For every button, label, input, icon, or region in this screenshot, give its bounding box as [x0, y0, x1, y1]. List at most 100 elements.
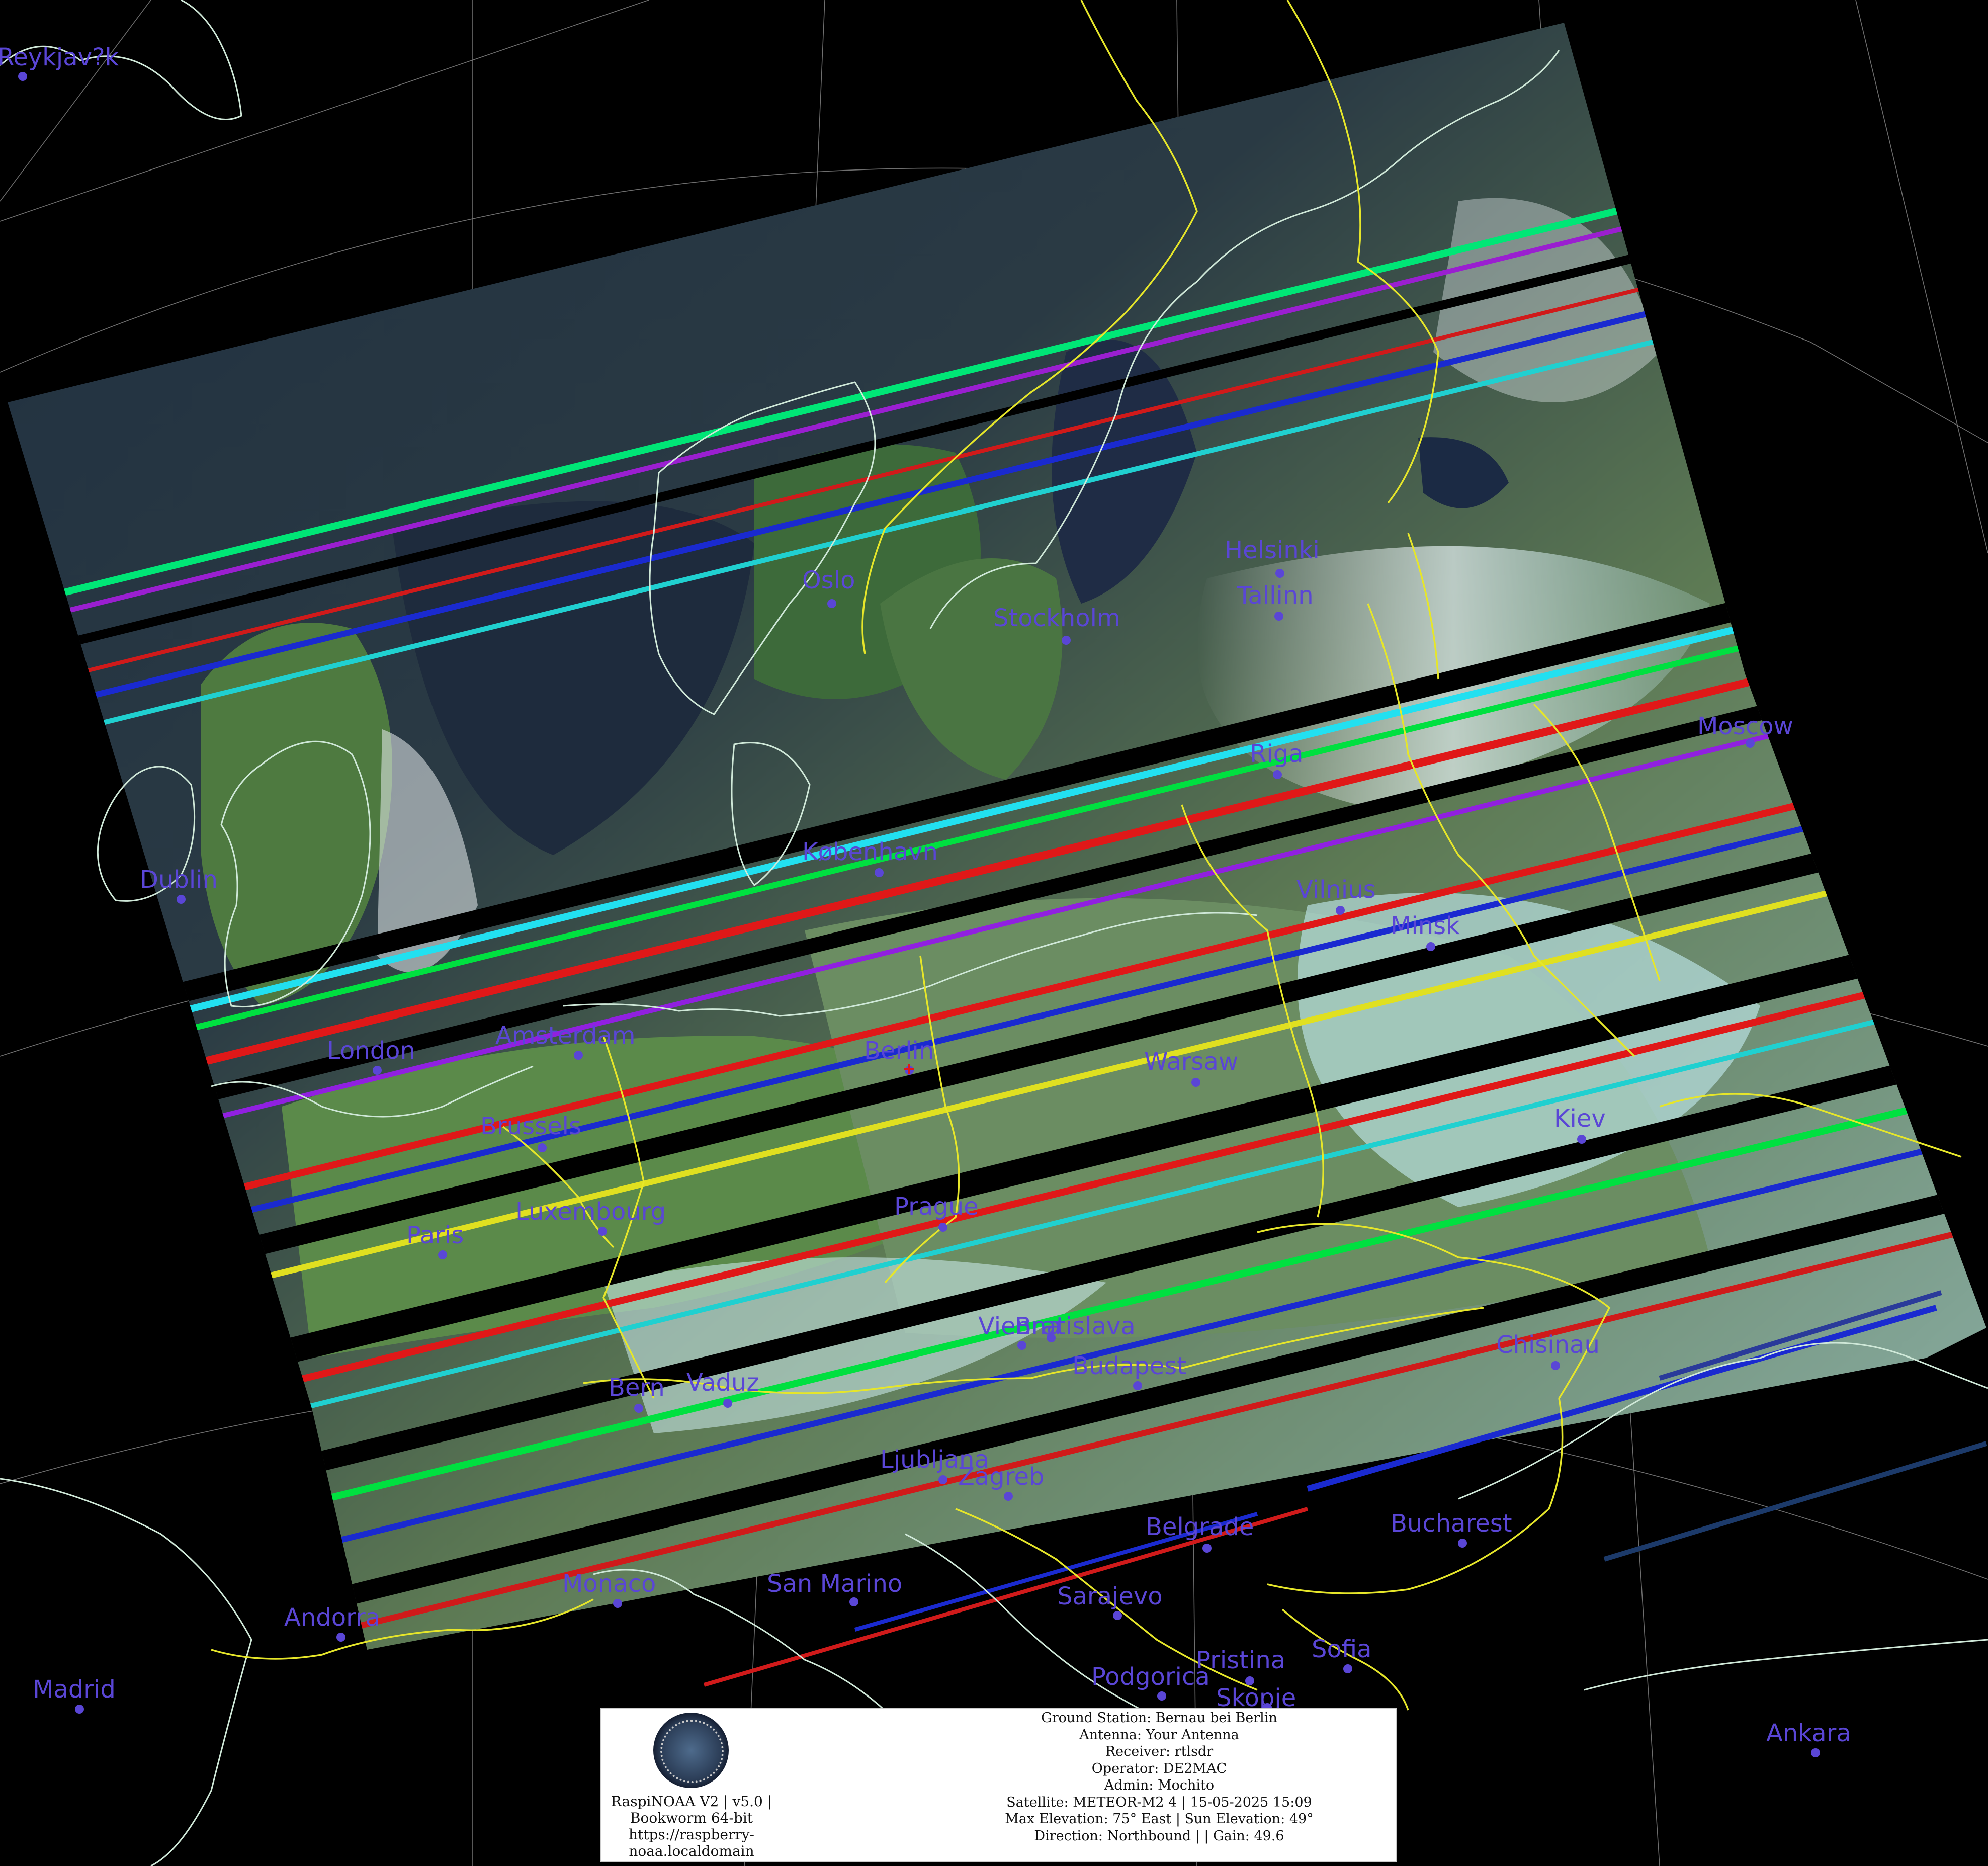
city-label: Bern	[609, 1374, 665, 1402]
city-label: Tallinn	[1237, 581, 1314, 610]
satellite-line: Satellite: METEOR-M2 4 | 15-05-2025 15:0…	[1006, 1794, 1312, 1810]
city-dot	[598, 1227, 607, 1236]
city-dot	[438, 1250, 447, 1259]
software-info: RaspiNOAA V2 | v5.0 | Bookworm 64-bit ht…	[601, 1793, 782, 1859]
city-san-marino: San Marino	[767, 1570, 902, 1606]
operator-line: Operator: DE2MAC	[1091, 1760, 1227, 1776]
city-label: Minsk	[1391, 912, 1460, 940]
city-label: Chisinau	[1496, 1331, 1600, 1359]
city-label: Andorra	[284, 1603, 380, 1632]
admin-line: Admin: Mochito	[1104, 1777, 1215, 1793]
city-dot	[1551, 1361, 1560, 1370]
city-label: Prague	[894, 1193, 979, 1221]
city-dot	[1811, 1748, 1820, 1757]
city-dot	[1426, 942, 1435, 951]
city-ankara: Ankara	[1766, 1719, 1851, 1757]
city-dot	[938, 1223, 947, 1232]
city-sofia: Sofia	[1312, 1635, 1371, 1673]
city-bucharest: Bucharest	[1391, 1509, 1512, 1548]
city-label: Sarajevo	[1057, 1582, 1163, 1610]
city-dot	[613, 1599, 622, 1608]
city-label: København	[802, 838, 938, 866]
city-label: Ankara	[1766, 1719, 1851, 1747]
city-label: Monaco	[562, 1570, 656, 1598]
city-reykjavik: Reykjav?k	[0, 43, 119, 81]
city-label: Reykjav?k	[0, 43, 119, 71]
city-dot	[1004, 1492, 1013, 1501]
city-label: Stockholm	[993, 604, 1120, 632]
ground-station-line: Ground Station: Bernau bei Berlin	[1041, 1710, 1277, 1726]
city-dot	[938, 1475, 947, 1484]
city-label: Zagreb	[958, 1463, 1044, 1491]
city-label: Vaduz	[686, 1369, 759, 1397]
software-line: noaa.localdomain	[629, 1843, 754, 1859]
raspinoaa-logo	[653, 1713, 729, 1788]
station-details: Ground Station: Bernau bei Berlin Antenn…	[923, 1710, 1396, 1844]
city-label: Paris	[406, 1221, 464, 1249]
city-label: San Marino	[767, 1570, 902, 1598]
city-dot	[1113, 1611, 1122, 1620]
city-label: Riga	[1250, 740, 1304, 768]
city-label: Bratislava	[1015, 1312, 1136, 1340]
city-label: Brussels	[480, 1112, 581, 1140]
city-dot	[875, 868, 884, 877]
software-line: RaspiNOAA V2 | v5.0 |	[611, 1793, 772, 1810]
city-label: Sofia	[1312, 1635, 1371, 1663]
city-dot	[373, 1066, 382, 1075]
software-line: Bookworm 64-bit	[630, 1810, 753, 1826]
city-label: Belgrade	[1146, 1513, 1254, 1541]
city-dot	[723, 1399, 732, 1408]
city-dot	[1343, 1664, 1352, 1673]
receiver-line: Receiver: rtlsdr	[1105, 1744, 1214, 1759]
city-dot	[538, 1143, 547, 1152]
city-dot	[1273, 770, 1282, 779]
city-dot	[177, 895, 186, 904]
city-dot	[1062, 636, 1071, 645]
software-line: https://raspberry-	[628, 1826, 755, 1843]
elevation-line: Max Elevation: 75° East | Sun Elevation:…	[1005, 1811, 1314, 1827]
city-dot	[574, 1051, 583, 1060]
city-madrid: Madrid	[33, 1675, 116, 1714]
satellite-map: Reykjav?k Helsinki Tallinn Oslo Stockholm Rig…	[0, 0, 1988, 1866]
city-dot	[1577, 1135, 1586, 1144]
city-label: Madrid	[33, 1675, 116, 1704]
station-info-panel: RaspiNOAA V2 | v5.0 | Bookworm 64-bit ht…	[600, 1708, 1397, 1862]
city-dot	[634, 1404, 643, 1413]
city-dot	[75, 1705, 84, 1714]
city-label: Moscow	[1697, 712, 1793, 740]
city-podgorica: Podgorica	[1091, 1663, 1210, 1701]
city-label: Amsterdam	[495, 1022, 635, 1050]
map-canvas: Reykjav?k Helsinki Tallinn Oslo Stockholm Rig…	[0, 0, 1988, 1866]
city-dot	[1274, 612, 1283, 621]
city-label: Kiev	[1554, 1105, 1606, 1133]
city-sarajevo: Sarajevo	[1057, 1582, 1163, 1620]
city-label: Budapest	[1072, 1352, 1186, 1380]
logo-ring	[660, 1720, 724, 1783]
city-dot	[1133, 1381, 1142, 1390]
city-label: Warsaw	[1144, 1048, 1238, 1076]
city-dot	[849, 1597, 858, 1606]
city-dot	[1336, 906, 1345, 915]
city-label: Luxembourg	[515, 1198, 666, 1226]
city-label: Podgorica	[1091, 1663, 1210, 1691]
city-dot	[1202, 1544, 1212, 1553]
city-dot	[827, 599, 836, 608]
city-label: Oslo	[802, 566, 855, 595]
antenna-line: Antenna: Your Antenna	[1079, 1727, 1239, 1743]
city-label: Helsinki	[1225, 536, 1320, 564]
city-dot	[1191, 1078, 1200, 1087]
city-dot	[336, 1633, 345, 1642]
city-label: Dublin	[140, 866, 218, 894]
city-label: Bucharest	[1391, 1509, 1512, 1538]
city-label: London	[327, 1037, 415, 1065]
city-label: Berlin	[864, 1037, 934, 1065]
direction-line: Direction: Northbound | | Gain: 49.6	[1034, 1828, 1284, 1844]
city-label: Vilnius	[1296, 876, 1376, 904]
city-dot	[1458, 1539, 1467, 1548]
city-dot	[1157, 1691, 1166, 1701]
city-dot	[1017, 1341, 1026, 1350]
city-dot	[18, 72, 27, 81]
city-bratislava: Bratislava	[1015, 1312, 1136, 1342]
city-dot	[1275, 569, 1284, 578]
city-belgrade: Belgrade	[1146, 1513, 1254, 1553]
